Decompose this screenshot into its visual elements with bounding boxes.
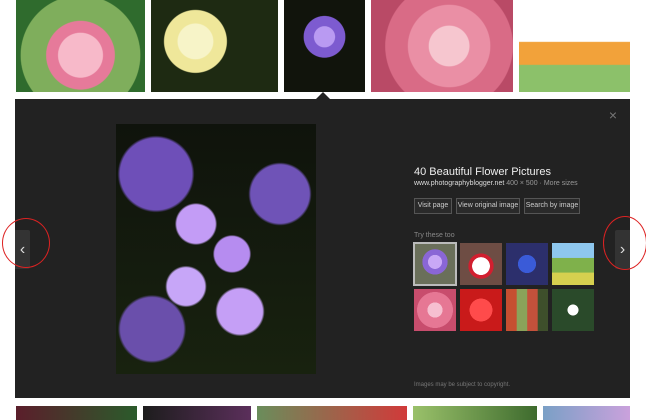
source-domain[interactable]: www.photographyblogger.net xyxy=(414,180,504,187)
thumbnail-pink-dahlia[interactable] xyxy=(371,0,513,92)
thumbnail-orange-tulips[interactable] xyxy=(519,0,630,92)
related-image-2[interactable] xyxy=(460,243,502,285)
thumbnail-bottom-2[interactable] xyxy=(143,406,251,420)
image-dimensions: 400 × 500 xyxy=(506,180,538,187)
search-by-image-button[interactable]: Search by image xyxy=(524,198,580,214)
related-image-4[interactable] xyxy=(552,243,594,285)
thumbnail-yellow-lilies[interactable] xyxy=(151,0,278,92)
selection-caret xyxy=(316,92,330,99)
view-original-button[interactable]: View original image xyxy=(456,198,520,214)
separator: · xyxy=(539,180,542,187)
copyright-note: Images may be subject to copyright. xyxy=(414,382,511,388)
thumbnail-purple-flowers-selected[interactable] xyxy=(284,0,365,92)
thumbnail-bottom-3[interactable] xyxy=(257,406,407,420)
related-image-6[interactable] xyxy=(460,289,502,331)
related-image-3[interactable] xyxy=(506,243,548,285)
preview-image[interactable] xyxy=(116,124,316,374)
preview-meta: www.photographyblogger.net 400 × 500 · M… xyxy=(414,180,578,187)
preview-title[interactable]: 40 Beautiful Flower Pictures xyxy=(414,166,551,178)
close-icon[interactable]: × xyxy=(606,108,620,122)
thumbnail-bottom-5[interactable] xyxy=(543,406,630,420)
related-images-label: Try these too xyxy=(414,232,455,239)
related-image-7[interactable] xyxy=(506,289,548,331)
visit-page-button[interactable]: Visit page xyxy=(414,198,452,214)
annotation-circle-right xyxy=(603,216,646,270)
thumbnail-lotus[interactable] xyxy=(16,0,145,92)
related-image-1-selected[interactable] xyxy=(413,242,457,286)
annotation-circle-left xyxy=(2,218,50,268)
thumbnail-bottom-1[interactable] xyxy=(16,406,137,420)
more-sizes-link[interactable]: More sizes xyxy=(544,180,578,187)
related-image-8[interactable] xyxy=(552,289,594,331)
related-image-5[interactable] xyxy=(414,289,456,331)
thumbnail-bottom-4[interactable] xyxy=(413,406,537,420)
